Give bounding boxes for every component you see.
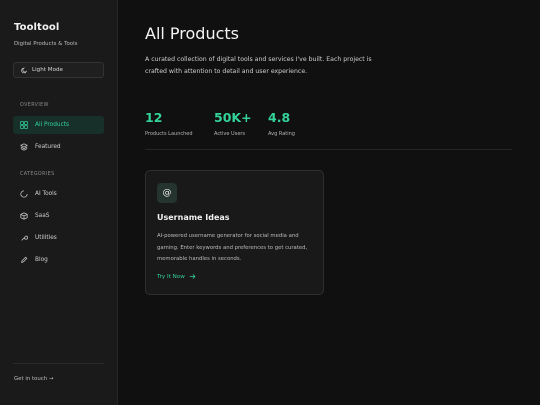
sidebar-item-label: All Products [35,122,70,128]
sidebar-item-ai-tools[interactable]: AI Tools [13,185,104,203]
brand-title: Tooltool [14,22,60,33]
stat-products-launched: 12 Products Launched [145,110,193,137]
sidebar-divider [13,363,104,364]
sidebar-item-featured[interactable]: Featured [13,138,104,156]
brand-tagline: Digital Products & Tools [14,41,78,47]
sidebar-item-all-products[interactable]: All Products [13,116,104,134]
sidebar-item-saas[interactable]: SaaS [13,207,104,225]
card-description: AI-powered username generator for social… [157,233,308,262]
stat-label: Products Launched [145,131,193,137]
stat-label: Avg Rating [268,131,295,137]
stat-value: 12 [145,110,163,125]
overview-section-label: OVERVIEW [20,103,49,108]
stat-label: Active Users [214,131,246,137]
page-description: A curated collection of digital tools an… [145,56,372,75]
layers-icon [20,143,28,151]
try-it-now-link[interactable]: Try It Now [157,273,196,280]
moon-icon [21,67,28,73]
at-sign-icon: @ [157,183,177,203]
stats-divider [145,149,512,150]
stat-value: 50K+ [214,110,252,125]
theme-toggle-button[interactable]: Light Mode [13,62,104,78]
stat-value: 4.8 [268,110,291,125]
pen-icon [21,256,28,263]
get-in-touch-link[interactable]: Get in touch → [14,376,53,382]
spinner-icon [20,190,28,198]
theme-toggle-label: Light Mode [32,67,63,73]
categories-section-label: CATEGORIES [20,172,55,177]
sidebar: Tooltool Digital Products & Tools Light … [0,0,118,405]
wrench-icon [21,235,28,241]
sidebar-item-label: SaaS [35,213,50,219]
grid-icon [20,121,28,129]
sidebar-item-blog[interactable]: Blog [13,251,104,269]
try-it-now-label: Try It Now [157,273,185,280]
sidebar-item-utilities[interactable]: Utilities [13,229,104,247]
stat-active-users: 50K+ Active Users [214,110,252,137]
sidebar-item-label: Featured [35,144,61,150]
page-title: All Products [145,24,240,43]
arrow-right-icon [189,274,196,279]
box-icon [20,212,28,220]
card-title: Username Ideas [157,213,230,222]
main-content: All Products A curated collection of dig… [118,0,540,405]
sidebar-item-label: AI Tools [35,191,57,197]
sidebar-item-label: Blog [35,257,48,263]
stat-avg-rating: 4.8 Avg Rating [268,110,295,137]
product-card-username-ideas[interactable]: @ Username Ideas AI-powered username gen… [145,170,324,295]
sidebar-item-label: Utilities [35,235,57,241]
